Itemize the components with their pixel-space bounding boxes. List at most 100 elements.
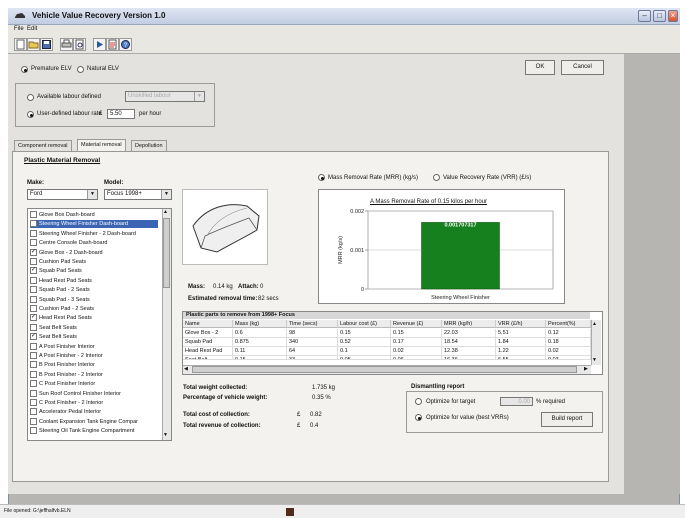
list-item[interactable]: Coolant Expansion Tank Engine Compar bbox=[30, 417, 138, 426]
print-button[interactable] bbox=[60, 38, 73, 51]
table-scroll-up-icon[interactable]: ▲ bbox=[592, 321, 597, 327]
close-window-button[interactable]: × bbox=[668, 10, 678, 22]
target-percent-input[interactable]: 0.00 bbox=[500, 397, 533, 406]
checkbox[interactable] bbox=[30, 399, 37, 406]
make-select[interactable]: Ford ▼ bbox=[27, 189, 98, 200]
list-item[interactable]: Sun Roof Control Finisher Interior bbox=[30, 389, 121, 398]
tab-component-removal[interactable]: Component removal bbox=[14, 140, 72, 151]
column-header[interactable]: Labour cost (£) bbox=[338, 320, 391, 328]
ok-button[interactable]: OK bbox=[525, 60, 555, 75]
component-list-scroll-thumb[interactable] bbox=[163, 218, 170, 288]
natural-elv-radio[interactable] bbox=[77, 66, 84, 73]
menu-edit[interactable]: Edit bbox=[27, 26, 37, 32]
tab-depollution[interactable]: Depollution bbox=[131, 140, 167, 151]
column-header[interactable]: Time (secs) bbox=[287, 320, 338, 328]
help-button[interactable]: ? bbox=[119, 38, 132, 51]
list-item[interactable]: C Post Finisher Interior bbox=[30, 380, 95, 388]
available-labour-select[interactable]: Unskilled labour ▼ bbox=[125, 91, 205, 102]
list-item[interactable]: ✓ Squab Pad Seats bbox=[30, 267, 82, 275]
checkbox[interactable] bbox=[30, 211, 37, 218]
list-item[interactable]: ✓ Glove Box - 2 Dash-board bbox=[30, 248, 103, 257]
checkbox[interactable] bbox=[30, 305, 37, 312]
list-item[interactable]: ✓ Seat Belt Seats bbox=[30, 333, 77, 341]
list-item[interactable]: ✓ Head Rest Pad Seats bbox=[30, 314, 92, 322]
list-item[interactable]: Squab Pad - 3 Seats bbox=[30, 295, 90, 304]
model-select[interactable]: Focus 1998+ ▼ bbox=[104, 189, 172, 200]
column-header[interactable]: Mass (kg) bbox=[233, 320, 287, 328]
premature-elv-radio[interactable] bbox=[21, 66, 28, 73]
checkbox[interactable]: ✓ bbox=[30, 267, 37, 275]
list-item[interactable]: Cushion Pad - 2 Seats bbox=[30, 305, 94, 313]
list-item[interactable]: B Post Finisher - 2 Interior bbox=[30, 370, 103, 379]
checkbox[interactable]: ✓ bbox=[30, 314, 37, 322]
checkbox[interactable] bbox=[30, 323, 37, 331]
list-item[interactable]: Steering Oil Tank Engine Compartment bbox=[30, 427, 134, 435]
checkbox[interactable] bbox=[30, 361, 37, 369]
optimize-target-radio[interactable] bbox=[415, 398, 422, 405]
checkbox[interactable] bbox=[30, 352, 37, 359]
list-item[interactable]: Glove Box Dash-board bbox=[30, 211, 95, 219]
checkbox[interactable] bbox=[30, 417, 37, 425]
component-list[interactable]: Glove Box Dash-board Steering Wheel Finis… bbox=[27, 208, 172, 441]
checkbox[interactable] bbox=[30, 229, 37, 237]
checkbox[interactable] bbox=[30, 370, 37, 378]
attach-value: 0 bbox=[260, 284, 264, 290]
checkbox[interactable] bbox=[30, 239, 37, 247]
list-item[interactable]: A Post Finisher - 2 Interior bbox=[30, 352, 103, 360]
table-hscroll-thumb[interactable] bbox=[192, 366, 577, 373]
scroll-down-icon[interactable]: ▼ bbox=[163, 432, 168, 438]
list-item[interactable]: C Post Finisher - 2 Interior bbox=[30, 399, 103, 407]
menu-file[interactable]: File bbox=[14, 26, 24, 32]
list-item[interactable]: Cushion Pad Seats bbox=[30, 258, 86, 266]
table-scroll-down-icon[interactable]: ▼ bbox=[592, 357, 597, 363]
cancel-button[interactable]: Cancel bbox=[561, 60, 604, 75]
checkbox[interactable] bbox=[30, 295, 37, 303]
checkbox[interactable] bbox=[30, 427, 37, 435]
maximize-button[interactable]: □ bbox=[653, 10, 666, 22]
column-header[interactable]: VRR (£/h) bbox=[496, 320, 546, 328]
vrr-radio[interactable] bbox=[433, 174, 440, 181]
available-labour-radio[interactable] bbox=[27, 94, 34, 101]
column-header[interactable]: MRR (kg/h) bbox=[442, 320, 496, 328]
table-scroll-right-icon[interactable]: ▶ bbox=[584, 366, 588, 372]
checkbox[interactable] bbox=[30, 380, 37, 388]
checkbox[interactable] bbox=[30, 220, 37, 228]
checkbox[interactable] bbox=[30, 258, 37, 265]
scroll-up-icon[interactable]: ▲ bbox=[163, 209, 168, 215]
list-item[interactable]: A Post Finisher Interior bbox=[30, 342, 95, 351]
checkbox[interactable] bbox=[30, 286, 37, 294]
checkbox[interactable] bbox=[30, 342, 37, 350]
new-file-button[interactable] bbox=[14, 38, 27, 51]
checkbox[interactable] bbox=[30, 276, 37, 284]
open-folder-button[interactable] bbox=[27, 38, 40, 51]
checkbox[interactable] bbox=[30, 408, 37, 416]
list-item[interactable]: Centre Console Dash-board bbox=[30, 239, 107, 247]
list-item[interactable]: Steering Wheel Finisher Dash-board bbox=[30, 220, 158, 228]
checkbox[interactable]: ✓ bbox=[30, 248, 37, 256]
column-header[interactable]: Name bbox=[183, 320, 233, 328]
table-scroll-left-icon[interactable]: ◀ bbox=[184, 366, 188, 372]
list-item[interactable]: Squab Pad - 2 Seats bbox=[30, 286, 90, 294]
list-item[interactable]: Head Rest Pad Seats bbox=[30, 276, 92, 285]
list-item[interactable]: Steering Wheel Finisher - 2 Dash-board bbox=[30, 229, 136, 238]
save-button[interactable] bbox=[40, 38, 53, 51]
tab-material-removal[interactable]: Material removal bbox=[77, 139, 126, 151]
mrr-radio[interactable] bbox=[318, 174, 325, 181]
table-cell: 0.18 bbox=[546, 338, 591, 347]
user-labour-radio[interactable] bbox=[27, 111, 34, 118]
column-header[interactable]: Percent(%) bbox=[546, 320, 591, 328]
print-preview-button[interactable] bbox=[73, 38, 86, 51]
list-item[interactable]: Seat Belt Seats bbox=[30, 323, 77, 332]
minimize-button[interactable]: – bbox=[638, 10, 651, 22]
optimize-value-radio[interactable] bbox=[415, 414, 422, 421]
build-report-button[interactable]: Build report bbox=[541, 412, 593, 427]
list-item[interactable]: Accelerator Pedal Interior bbox=[30, 408, 101, 416]
labour-rate-input[interactable]: 5.50 bbox=[107, 109, 135, 119]
column-header[interactable]: Revenue (£) bbox=[391, 320, 442, 328]
checkbox[interactable] bbox=[30, 389, 37, 397]
checkbox[interactable]: ✓ bbox=[30, 333, 37, 341]
report-button[interactable] bbox=[106, 38, 119, 51]
table-cell: 33 bbox=[287, 356, 338, 360]
run-button[interactable] bbox=[93, 38, 106, 51]
list-item[interactable]: B Post Finisher Interior bbox=[30, 361, 95, 369]
